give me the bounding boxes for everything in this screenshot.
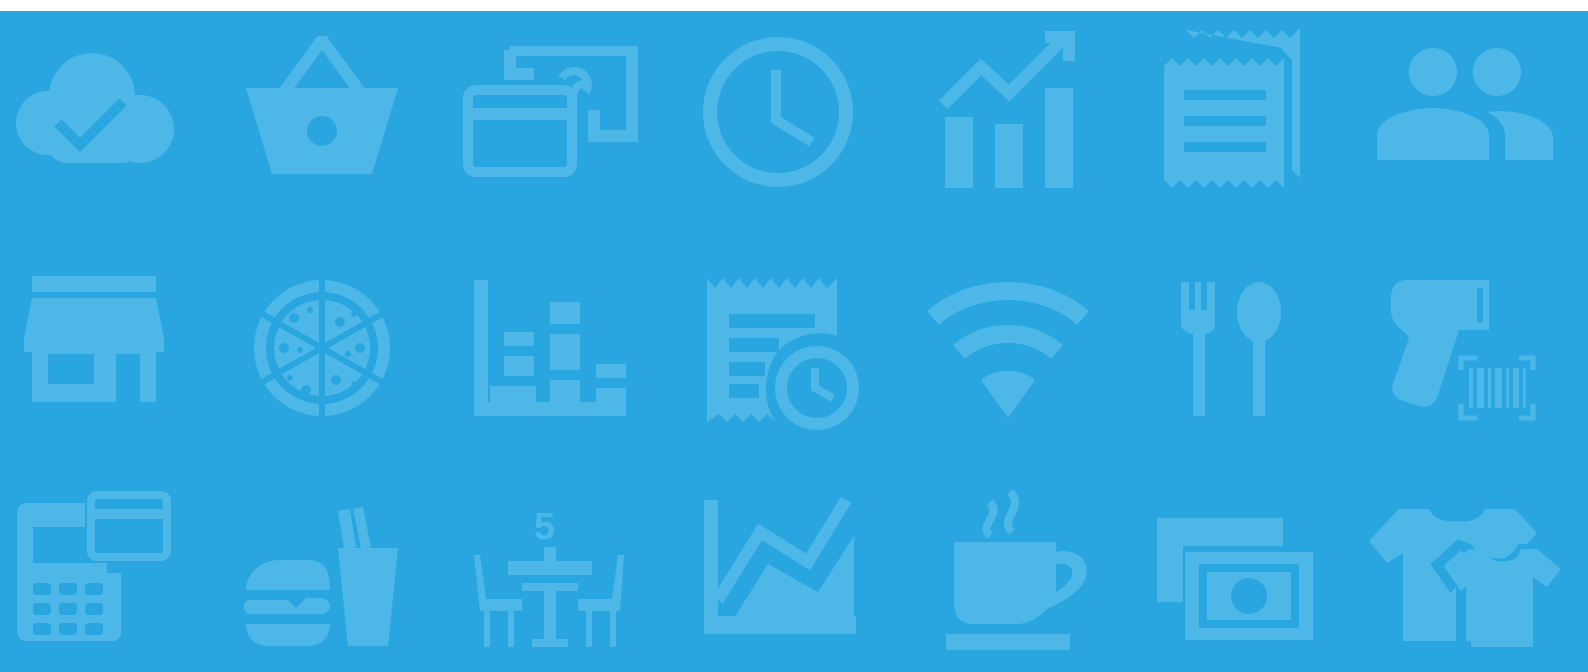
fork-spoon-icon <box>1181 282 1281 416</box>
tshirts-icon <box>1369 509 1565 651</box>
wifi-icon <box>926 282 1090 418</box>
clock-icon <box>703 37 853 187</box>
cloud-check-icon <box>16 53 174 163</box>
burger-drink-icon <box>244 507 398 646</box>
shopping-basket-icon <box>246 36 398 174</box>
receipt-icon <box>1164 28 1300 188</box>
icon-banner: 5 <box>0 11 1588 672</box>
people-icon <box>1377 48 1553 160</box>
area-line-chart-icon <box>704 496 856 634</box>
card-and-cash-icon <box>463 46 638 177</box>
storefront-icon <box>24 276 164 402</box>
table-number-icon: 5 <box>474 506 624 647</box>
hot-coffee-icon <box>946 489 1087 650</box>
card-terminal-icon <box>17 491 171 641</box>
cash-bills-icon <box>1157 518 1313 640</box>
receipt-clock-icon <box>707 278 859 430</box>
growth-chart-icon <box>938 31 1075 188</box>
table-number-label: 5 <box>534 506 555 548</box>
barcode-scanner-icon <box>1391 280 1536 421</box>
bar-steps-chart-icon <box>474 280 626 416</box>
pizza-icon <box>254 278 390 418</box>
